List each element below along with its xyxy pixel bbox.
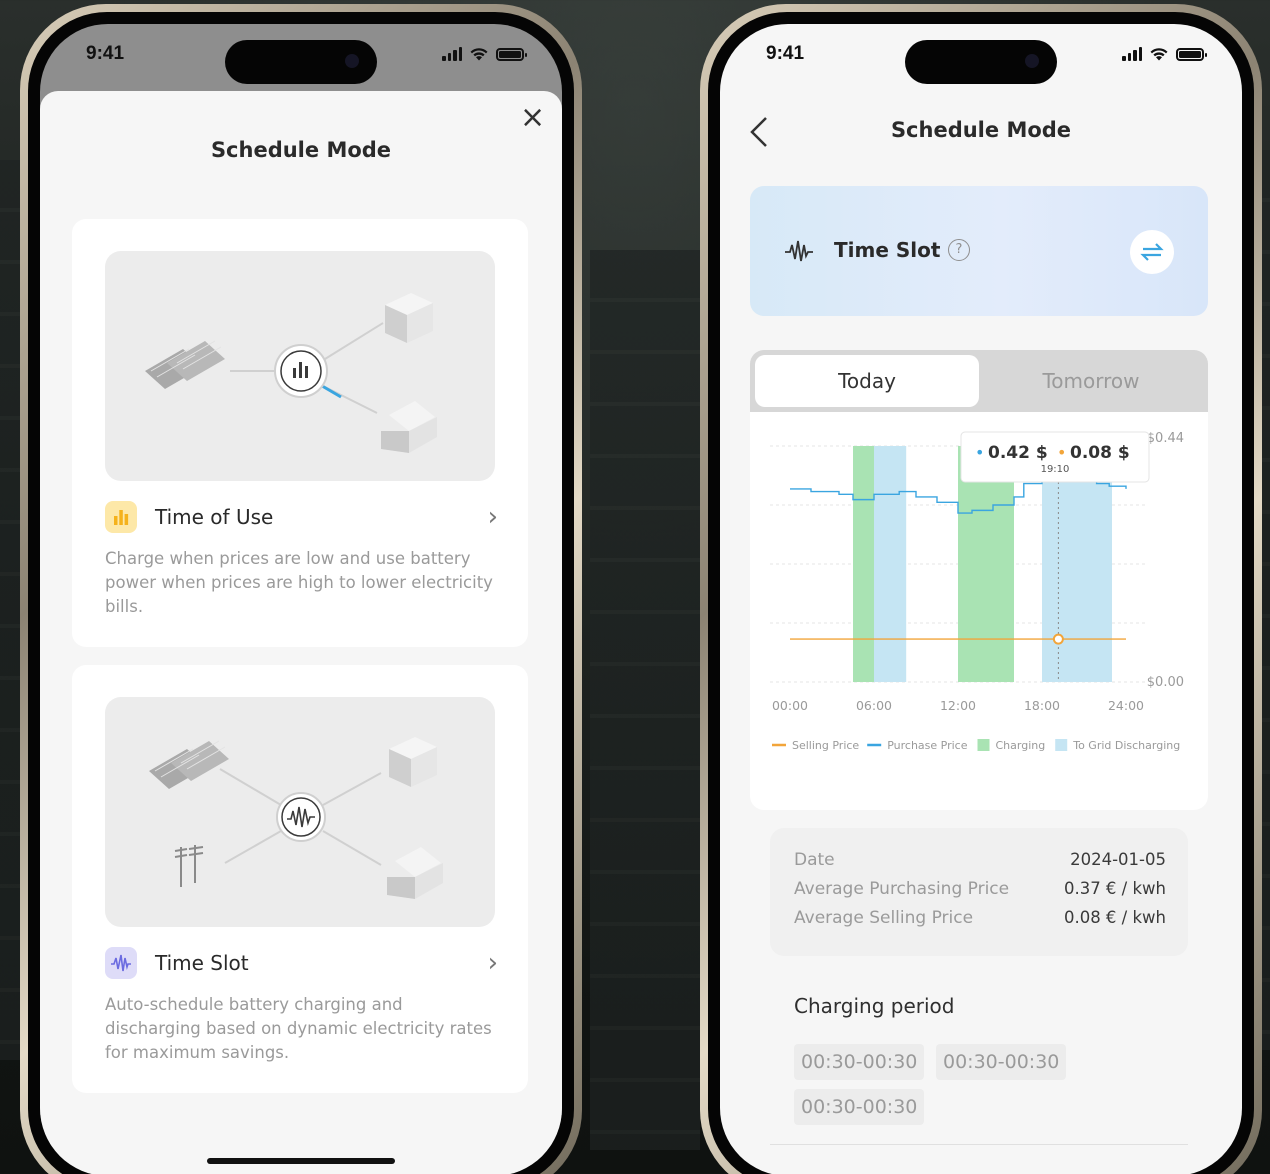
- tab-today[interactable]: Today: [755, 355, 979, 407]
- x-tick-label: 06:00: [856, 698, 892, 713]
- legend-label: Purchase Price: [887, 739, 968, 752]
- charging-slot-chip[interactable]: 00:30-00:30: [936, 1044, 1067, 1080]
- time-of-use-illustration: [105, 251, 495, 481]
- sheet-title: Schedule Mode: [210, 138, 392, 162]
- legend-label: Selling Price: [792, 739, 859, 752]
- home-indicator: [207, 1158, 395, 1164]
- legend-label: To Grid Discharging: [1072, 739, 1180, 752]
- charging-period-title: Charging period: [794, 994, 955, 1018]
- charging-range: [853, 446, 874, 682]
- phone-schedule-mode-detail: 9:41 Schedule Mode Time Slot ? Today Tom…: [700, 4, 1262, 1174]
- summary-value: 0.08 € / kwh: [1063, 908, 1166, 927]
- summary-value: 2024-01-05: [1070, 850, 1166, 869]
- status-time: 9:41: [766, 43, 805, 64]
- summary-value: 0.37 € / kwh: [1063, 879, 1166, 898]
- nav-bar: Schedule Mode: [720, 108, 1242, 158]
- signal-icon: [1122, 47, 1142, 61]
- y-tick-label: $0.00: [1147, 675, 1184, 690]
- day-tabs: Today Tomorrow: [750, 350, 1208, 412]
- mode-picker-sheet: × Schedule Mode Time of Use › Charge whe…: [40, 91, 562, 1174]
- summary-label: Average Selling Price: [794, 908, 974, 928]
- mode-card-time-of-use[interactable]: Time of Use › Charge when prices are low…: [72, 219, 528, 647]
- mode-description: Auto-schedule battery charging and disch…: [105, 995, 492, 1062]
- chevron-right-icon[interactable]: ›: [488, 504, 498, 530]
- tooltip-time: 19:10: [1041, 464, 1070, 475]
- summary-row-date: Date 2024-01-05: [794, 850, 1166, 870]
- discharging-range: [874, 446, 907, 682]
- chevron-right-icon[interactable]: ›: [488, 950, 498, 976]
- legend-swatch: [1055, 739, 1068, 751]
- charging-slot-chip[interactable]: 00:30-00:30: [794, 1089, 925, 1125]
- divider: [770, 1144, 1188, 1145]
- background-building-center: [590, 250, 700, 1150]
- wifi-icon: [1150, 48, 1168, 61]
- current-mode-banner: Time Slot ?: [750, 186, 1208, 316]
- tooltip-selling-bullet: •: [1057, 443, 1066, 462]
- tooltip-selling-value: 0.08 $: [1070, 443, 1130, 463]
- mode-name: Time of Use: [155, 505, 274, 529]
- signal-icon: [442, 47, 462, 61]
- summary-label: Average Purchasing Price: [794, 879, 1010, 899]
- mode-name: Time Slot: [155, 951, 249, 975]
- summary-row-avg-selling: Average Selling Price 0.08 € / kwh: [794, 908, 1166, 928]
- x-tick-label: 00:00: [772, 698, 808, 713]
- dynamic-island: [905, 40, 1057, 84]
- dynamic-island: [225, 40, 377, 84]
- x-tick-label: 24:00: [1108, 698, 1144, 713]
- battery-icon: [496, 47, 527, 61]
- screen: 9:41 × Schedule Mode Time of Use › Charg…: [40, 24, 562, 1174]
- summary-row-avg-purchase: Average Purchasing Price 0.37 € / kwh: [794, 879, 1166, 899]
- waveform-icon: [785, 240, 813, 262]
- page-title: Schedule Mode: [890, 118, 1072, 142]
- mode-description: Charge when prices are low and use batte…: [105, 549, 493, 616]
- legend-swatch: [977, 739, 990, 751]
- help-icon[interactable]: ?: [948, 239, 970, 261]
- screen: 9:41 Schedule Mode Time Slot ? Today Tom…: [720, 24, 1242, 1174]
- y-tick-label: $0.44: [1147, 431, 1184, 446]
- current-mode-name: Time Slot: [834, 238, 941, 262]
- status-time: 9:41: [86, 43, 125, 64]
- tab-tomorrow[interactable]: Tomorrow: [979, 355, 1203, 407]
- waveform-icon: [105, 947, 137, 979]
- time-slot-illustration: [105, 697, 495, 927]
- tooltip-purchase-bullet: •: [975, 443, 984, 462]
- switch-mode-button[interactable]: [1130, 230, 1174, 274]
- price-chart[interactable]: $0.44 $0.00 00:00 06:00 12:00 18:00 24:00 Selli…: [750, 412, 1206, 810]
- tooltip-purchase-value: 0.42 $: [988, 443, 1048, 463]
- battery-icon: [1176, 47, 1207, 61]
- charging-slot-chip[interactable]: 00:30-00:30: [794, 1044, 925, 1080]
- close-button[interactable]: ×: [520, 103, 545, 133]
- legend-label: Charging: [996, 739, 1046, 752]
- phone-schedule-mode-picker: 9:41 × Schedule Mode Time of Use › Charg…: [20, 4, 582, 1174]
- mode-card-time-slot[interactable]: Time Slot › Auto-schedule battery chargi…: [72, 665, 528, 1093]
- wifi-icon: [470, 48, 488, 61]
- bar-chart-icon: [105, 501, 137, 533]
- selling-marker-point: [1052, 633, 1064, 645]
- summary-label: Date: [794, 850, 835, 870]
- x-tick-label: 12:00: [940, 698, 976, 713]
- price-summary: Date 2024-01-05 Average Purchasing Price…: [770, 828, 1188, 956]
- x-tick-label: 18:00: [1024, 698, 1060, 713]
- swap-arrows-icon: [1140, 243, 1164, 261]
- price-chart-card: Today Tomorrow $0.44 $0.00 00:00 06:00 12:00…: [750, 350, 1208, 810]
